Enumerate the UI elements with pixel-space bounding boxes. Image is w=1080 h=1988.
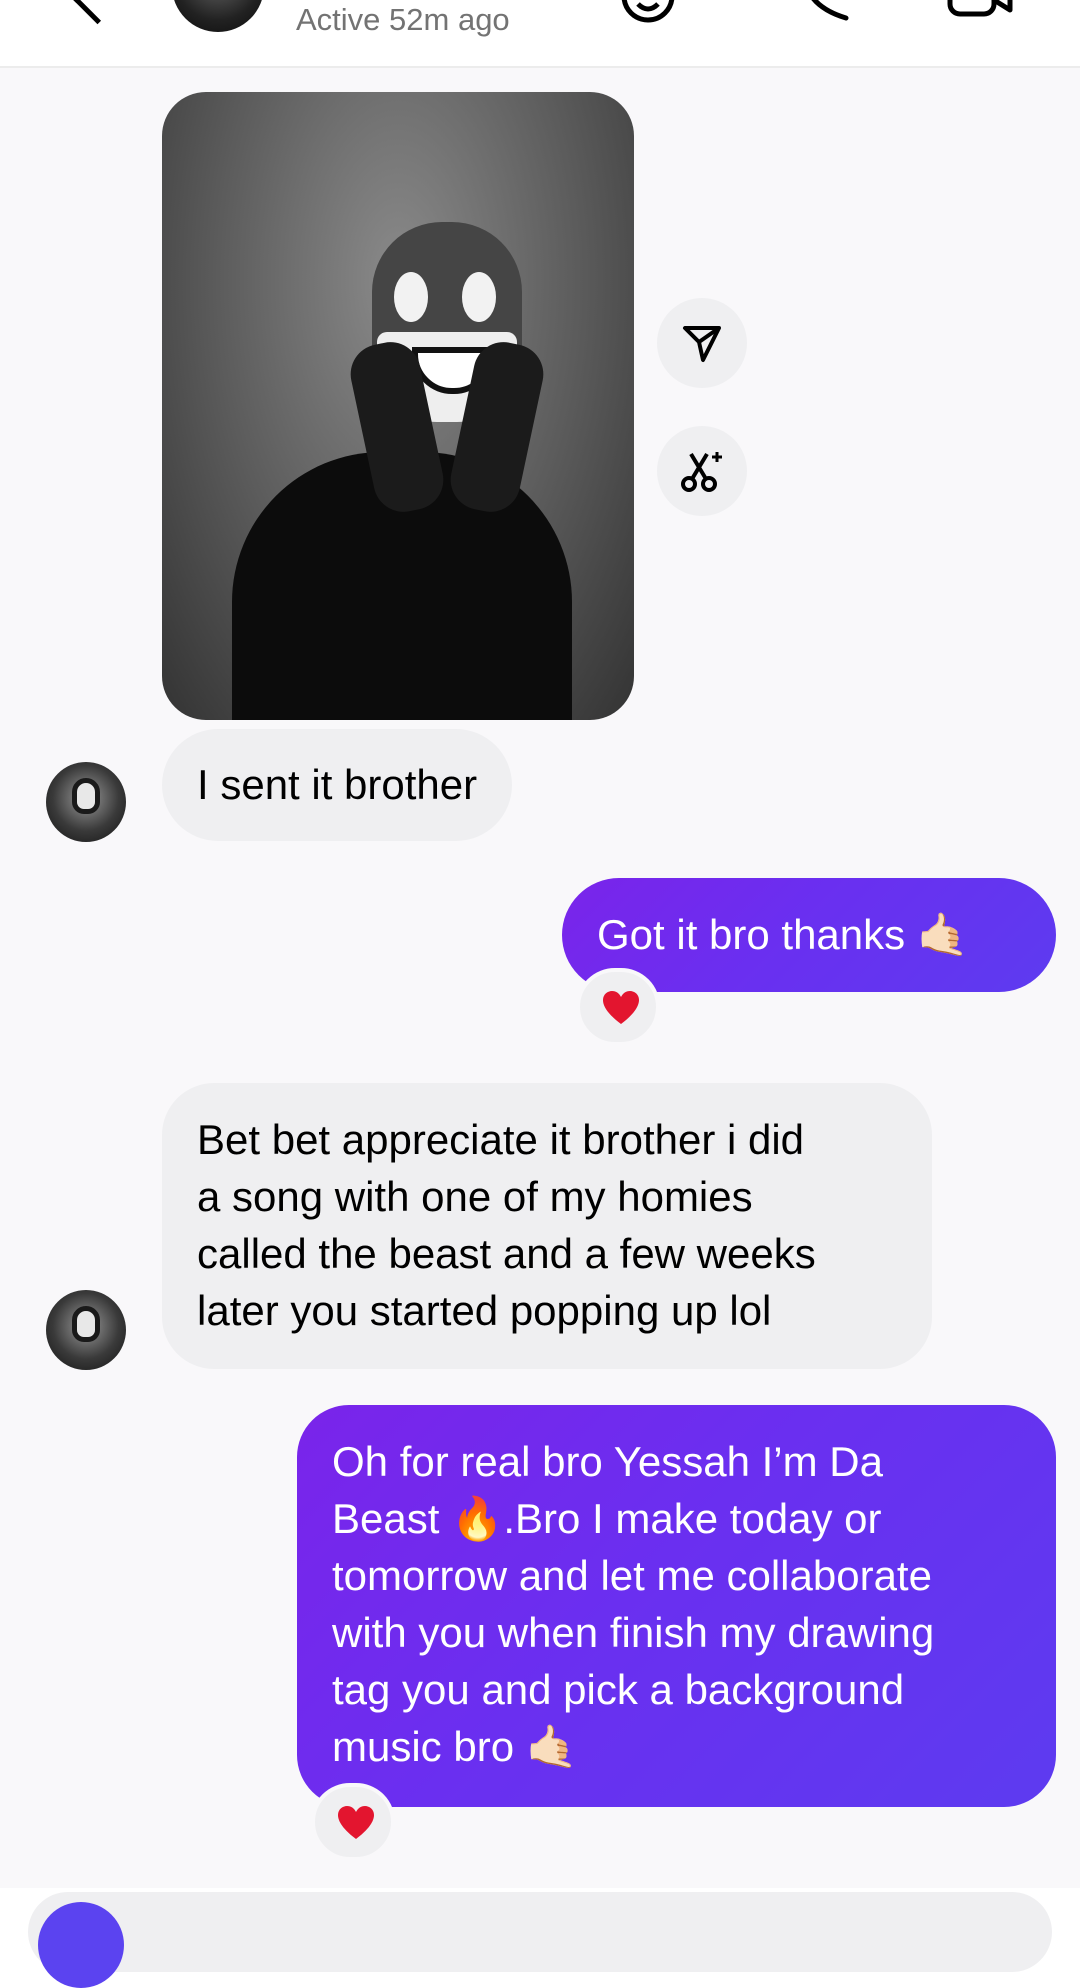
message-line: Oh for real bro Yessah I’m Da <box>332 1438 883 1485</box>
message-line: later you started popping up lol <box>197 1287 772 1334</box>
chat-header: Active 52m ago <box>0 0 1080 68</box>
camera-button[interactable] <box>38 1902 124 1988</box>
heart-icon <box>603 991 639 1024</box>
sender-avatar[interactable] <box>46 1290 126 1370</box>
heart-icon <box>338 1806 374 1839</box>
message-line: called the beast and a few weeks <box>197 1230 816 1277</box>
remix-scissors-icon <box>681 452 722 492</box>
share-photo-button[interactable] <box>657 298 747 388</box>
heart-reaction[interactable] <box>311 1783 395 1861</box>
incoming-message[interactable]: I sent it brother <box>162 729 513 841</box>
message-line: with you when finish my drawing <box>332 1609 935 1656</box>
active-status: Active 52m ago <box>296 2 510 37</box>
sticker-icon[interactable] <box>618 0 678 26</box>
message-line: music bro 🤙🏻 <box>332 1723 579 1770</box>
message-composer[interactable] <box>28 1892 1052 1972</box>
message-line: tag you and pick a background <box>332 1666 905 1713</box>
message-line: Bet bet appreciate it brother i did <box>197 1116 805 1163</box>
message-line: Beast 🔥.Bro I make today or <box>332 1495 882 1542</box>
sender-avatar[interactable] <box>46 762 126 842</box>
incoming-message[interactable]: Bet bet appreciate it brother i did a so… <box>162 1083 932 1369</box>
heart-reaction[interactable] <box>576 968 660 1046</box>
send-arrow-icon <box>683 326 721 362</box>
message-line: a song with one of my homies <box>197 1173 753 1220</box>
remix-photo-button[interactable] <box>657 426 747 516</box>
back-chevron-icon[interactable] <box>72 0 123 25</box>
message-text: Got it bro thanks 🤙🏻 <box>597 911 970 958</box>
contact-avatar[interactable] <box>172 0 264 32</box>
photo-message[interactable] <box>162 92 634 720</box>
message-line: tomorrow and let me collaborate <box>332 1552 932 1599</box>
video-call-icon[interactable] <box>944 0 1016 26</box>
phone-icon[interactable] <box>796 0 856 26</box>
message-text: I sent it brother <box>197 761 478 808</box>
outgoing-message[interactable]: Oh for real bro Yessah I’m Da Beast 🔥.Br… <box>297 1405 1056 1807</box>
